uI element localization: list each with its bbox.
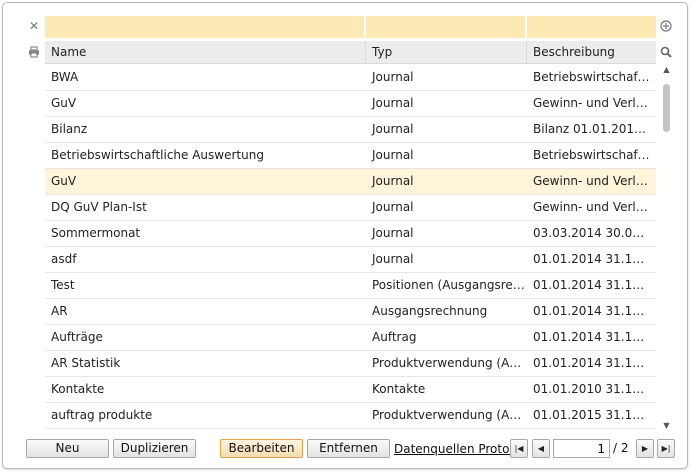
vertical-scrollbar[interactable]: ▲ ▼ [660, 66, 673, 430]
filter-desc-input[interactable] [527, 16, 656, 38]
cell-name: AR [51, 304, 68, 318]
table-row[interactable]: AR Ausgangsrechnung 01.01.2014 31.12.... [45, 299, 656, 325]
close-icon[interactable]: ✕ [25, 17, 43, 35]
cell-name: Betriebswirtschaftliche Auswertung [51, 148, 264, 162]
cell-name: GuV [51, 174, 77, 188]
filter-desc-cell [527, 16, 656, 38]
cell-name: asdf [51, 252, 77, 266]
cell-beschreibung: 01.01.2010 31.12.... [533, 382, 650, 396]
cell-name: AR Statistik [51, 356, 121, 370]
prev-page-icon[interactable]: ◀ [532, 439, 550, 458]
cell-typ: Journal [372, 200, 414, 214]
next-page-icon[interactable]: ▶ [636, 439, 654, 458]
cell-name: Test [51, 278, 75, 292]
table-row[interactable]: AR Statistik Produktverwendung (Au... 01.0… [45, 351, 656, 377]
remove-button[interactable]: Entfernen [307, 439, 390, 458]
edit-button[interactable]: Bearbeiten [220, 439, 303, 458]
cell-beschreibung: Betriebswirtschaftli... [533, 148, 650, 162]
last-page-icon[interactable]: ▶| [657, 439, 675, 458]
cell-typ: Journal [372, 70, 414, 84]
table-header: Name Typ Beschreibung [45, 41, 656, 64]
page-number-input[interactable] [553, 439, 610, 458]
search-icon[interactable] [658, 44, 674, 60]
cell-name: Sommermonat [51, 226, 141, 240]
cell-typ: Produktverwendung (Au... [372, 408, 527, 422]
cell-beschreibung: 01.01.2014 31.12.... [533, 278, 650, 292]
scroll-thumb[interactable] [663, 84, 670, 132]
filter-typ-cell [366, 16, 527, 38]
cell-name: DQ GuV Plan-Ist [51, 200, 147, 214]
scroll-up-icon[interactable]: ▲ [662, 66, 671, 74]
cell-beschreibung: Gewinn- und Verlu... [533, 174, 650, 188]
cell-beschreibung: 01.01.2014 31.12.... [533, 252, 650, 266]
table-row[interactable]: Sommermonat Journal 03.03.2014 30.09.... [45, 221, 656, 247]
cell-name: GuV [51, 96, 77, 110]
cell-typ: Journal [372, 148, 414, 162]
table-row[interactable]: Aufträge Auftrag 01.01.2014 31.12.... [45, 325, 656, 351]
cell-typ: Kontakte [372, 382, 426, 396]
cell-beschreibung: 01.01.2014 31.12.... [533, 304, 650, 318]
cell-typ: Journal [372, 226, 414, 240]
cell-beschreibung: 01.01.2014 31.12.... [533, 356, 650, 370]
cell-typ: Journal [372, 252, 414, 266]
add-circle-icon[interactable] [658, 18, 674, 34]
first-page-icon[interactable]: |◀ [510, 439, 528, 458]
cell-beschreibung: 03.03.2014 30.09.... [533, 226, 650, 240]
cell-beschreibung: 01.01.2015 31.12.... [533, 408, 650, 422]
cell-typ: Journal [372, 174, 414, 188]
cell-name: Aufträge [51, 330, 103, 344]
table-body: BWA Journal Betriebswirtschaftli... GuV Jour… [45, 65, 656, 429]
scroll-down-icon[interactable]: ▼ [662, 422, 671, 430]
cell-typ: Produktverwendung (Au... [372, 356, 527, 370]
cell-name: auftrag produkte [51, 408, 153, 422]
table-row[interactable]: BWA Journal Betriebswirtschaftli... [45, 65, 656, 91]
column-header-beschreibung[interactable]: Beschreibung [527, 41, 656, 64]
duplicate-button[interactable]: Duplizieren [113, 439, 196, 458]
filter-row [45, 16, 656, 38]
table-row[interactable]: auftrag produkte Produktverwendung (Au...… [45, 403, 656, 429]
cell-beschreibung: Gewinn- und Verlu... [533, 200, 650, 214]
column-header-typ[interactable]: Typ [366, 41, 527, 64]
filter-typ-input[interactable] [366, 16, 525, 38]
cell-typ: Journal [372, 96, 414, 110]
datasource-log-link[interactable]: Datenquellen Protokoll [394, 441, 510, 457]
table-row[interactable]: Kontakte Kontakte 01.01.2010 31.12.... [45, 377, 656, 403]
table-row[interactable]: Betriebswirtschaftliche Auswertung Journa… [45, 143, 656, 169]
table-row[interactable]: DQ GuV Plan-Ist Journal Gewinn- und Verlu.… [45, 195, 656, 221]
cell-beschreibung: Bilanz 01.01.2011 ... [533, 122, 650, 136]
table-row[interactable]: Bilanz Journal Bilanz 01.01.2011 ... [45, 117, 656, 143]
table-row[interactable]: asdf Journal 01.01.2014 31.12.... [45, 247, 656, 273]
cell-typ: Journal [372, 122, 414, 136]
cell-name: Kontakte [51, 382, 105, 396]
cell-name: Bilanz [51, 122, 88, 136]
cell-name: BWA [51, 70, 79, 84]
cell-typ: Positionen (Ausgangsrec... [372, 278, 527, 292]
page-total: / 2 [613, 441, 629, 455]
table-row[interactable]: Test Positionen (Ausgangsrec... 01.01.2014… [45, 273, 656, 299]
table-row[interactable]: GuV Journal Gewinn- und Verlu... [45, 169, 656, 195]
filter-name-cell [45, 16, 366, 38]
cell-beschreibung: Betriebswirtschaftli... [533, 70, 650, 84]
table-row[interactable]: GuV Journal Gewinn- und Verlu... [45, 91, 656, 117]
cell-beschreibung: 01.01.2014 31.12.... [533, 330, 650, 344]
cell-typ: Ausgangsrechnung [372, 304, 488, 318]
cell-typ: Auftrag [372, 330, 417, 344]
filter-name-input[interactable] [45, 16, 364, 38]
new-button[interactable]: Neu [26, 439, 109, 458]
cell-beschreibung: Gewinn- und Verlu... [533, 96, 650, 110]
column-header-name[interactable]: Name [45, 41, 366, 64]
print-icon[interactable] [25, 43, 43, 61]
